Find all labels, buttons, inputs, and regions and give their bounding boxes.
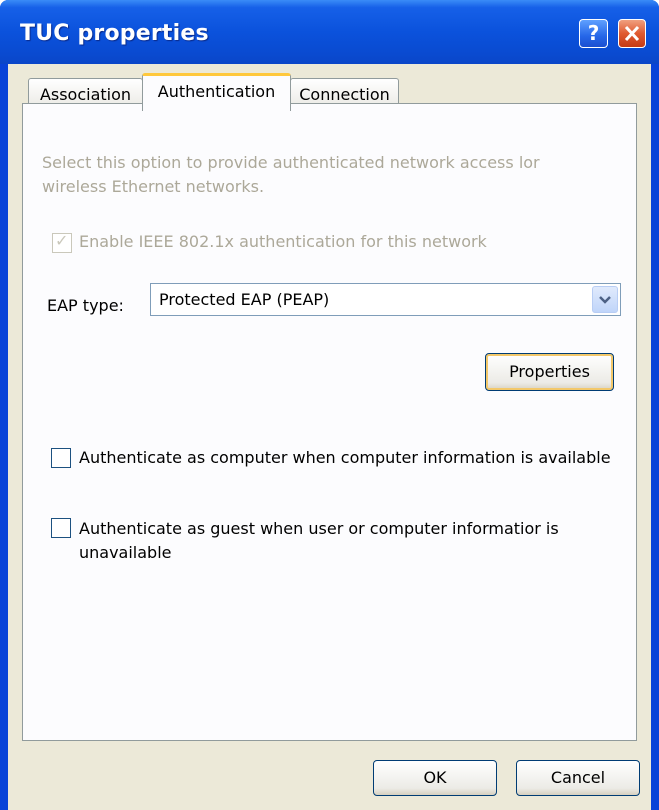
dropdown-button[interactable] bbox=[592, 286, 618, 313]
eap-type-label: EAP type: bbox=[47, 296, 124, 315]
checkmark-icon: ✓ bbox=[55, 231, 69, 250]
tab-authentication[interactable]: Authentication bbox=[142, 73, 291, 111]
properties-button[interactable]: Properties bbox=[485, 353, 614, 391]
close-button[interactable] bbox=[618, 19, 646, 48]
title-bar[interactable]: TUC properties ? bbox=[0, 0, 659, 64]
window-title: TUC properties bbox=[20, 21, 209, 46]
authentication-description: Select this option to provide authentica… bbox=[42, 153, 540, 196]
enable-8021x-label: Enable IEEE 802.1x authentication for th… bbox=[79, 232, 487, 251]
auth-as-computer-checkbox[interactable] bbox=[51, 448, 71, 468]
auth-as-guest-checkbox[interactable] bbox=[51, 518, 71, 538]
help-button[interactable]: ? bbox=[579, 19, 608, 48]
chevron-down-icon bbox=[599, 296, 611, 304]
ok-button[interactable]: OK bbox=[373, 760, 497, 796]
close-icon bbox=[624, 25, 640, 42]
cancel-button[interactable]: Cancel bbox=[516, 760, 640, 796]
help-icon: ? bbox=[587, 21, 600, 45]
eap-type-value: Protected EAP (PEAP) bbox=[159, 290, 330, 309]
dialog-window: TUC properties ? Association Authenticat… bbox=[0, 0, 659, 810]
auth-as-computer-label: Authenticate as computer when computer i… bbox=[79, 448, 611, 467]
enable-8021x-checkbox[interactable]: ✓ bbox=[52, 231, 72, 253]
eap-type-select[interactable]: Protected EAP (PEAP) bbox=[150, 283, 621, 316]
auth-as-guest-label: Authenticate as guest when user or compu… bbox=[79, 519, 559, 562]
